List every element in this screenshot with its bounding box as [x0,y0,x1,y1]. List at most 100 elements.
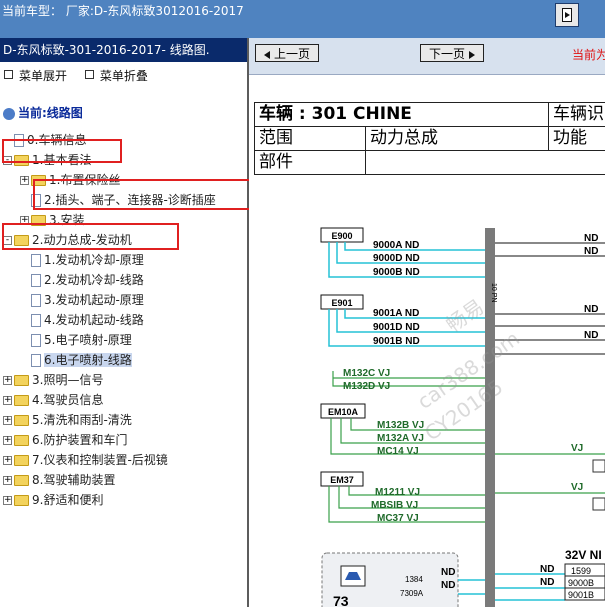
folder-icon [14,375,29,386]
wire-label: MC14 VJ [377,446,419,457]
connector-label: E900 [331,231,352,241]
arrow-right-icon [469,50,476,59]
folder-icon [14,395,29,406]
folder-icon [14,435,29,446]
tree-item-label: 4.发动机起动-线路 [44,313,144,327]
tree-item[interactable]: +3.照明—信号 [3,371,103,389]
part-value-cell [365,150,605,175]
wire-label: 9000B ND [373,267,420,278]
folder-icon [14,455,29,466]
wire-label: 9001A ND [373,308,419,319]
wire-label: 9001B ND [373,336,420,347]
vehicle-cell: 车辆 : 301 CHINE [254,102,549,127]
code-label: 9000B [568,578,594,588]
expand-icon[interactable]: + [3,396,12,405]
tree-item-label: 5.电子喷射-原理 [44,333,132,347]
menu-header: D-东风标致-301-2016-2017- 线路图. [0,38,247,62]
expand-icon[interactable]: + [3,476,12,485]
menu-expand-button[interactable]: 菜单展开 [4,67,67,84]
wire-label: ND [584,304,598,315]
tree-item[interactable]: 2.发动机冷却-线路 [31,271,144,289]
wire-label: 9000D ND [373,253,420,264]
prev-page-button[interactable]: 上一页 [255,44,320,62]
highlight-box [2,139,122,163]
bus-label: 10 PN [490,283,497,302]
expand-icon[interactable]: + [20,176,29,185]
folder-icon [14,415,29,426]
expand-icon[interactable]: + [3,456,12,465]
tree-item[interactable]: +8.驾驶辅助装置 [3,471,115,489]
small-box [592,459,605,473]
tree-item-label: 9.舒适和便利 [32,493,104,507]
tree-item[interactable]: 5.电子喷射-原理 [31,331,132,349]
document-icon [31,354,41,367]
pin-label: 1384 [405,575,423,584]
wire-label: ND [540,564,554,575]
wire-label: ND [441,567,455,578]
wire-label: M132C VJ [343,368,390,379]
menu-collapse-label: 菜单折叠 [99,69,148,83]
tree-item[interactable]: 4.发动机起动-线路 [31,311,144,329]
tree-item[interactable]: 1.发动机冷却-原理 [31,251,144,269]
tree-root-label: 当前:线路图 [18,106,83,120]
expand-icon[interactable]: + [3,416,12,425]
wire-label: MBSIB VJ [371,500,418,511]
wire-label: M132B VJ [377,420,424,431]
tree-item[interactable]: +4.驾驶员信息 [3,391,103,409]
tree-item[interactable]: 6.电子喷射-线路 [31,351,132,369]
next-page-label: 下一页 [429,47,466,61]
tree-item-label: 7.仪表和控制装置-后视镜 [32,453,168,467]
wire-label: ND [584,246,598,257]
wire-label: ND [584,330,598,341]
wire-label: VJ [571,482,583,493]
document-icon [31,314,41,327]
globe-icon [3,107,15,120]
prev-page-label: 上一页 [274,47,311,61]
wire-label: 9001D ND [373,322,420,333]
arrow-left-icon [264,50,270,59]
highlight-box [33,179,267,210]
wire-label: ND [540,577,554,588]
document-icon [31,334,41,347]
code-label: 9001B [568,590,594,600]
tree-item-label: 5.清洗和雨刮-清洗 [32,413,132,427]
scope-value-cell: 动力总成 [365,126,549,151]
wire-label: M132A VJ [377,433,424,444]
menu-collapse-button[interactable]: 菜单折叠 [84,67,148,84]
folder-icon [14,475,29,486]
tree-item[interactable]: +5.清洗和雨刮-清洗 [3,411,132,429]
connector-label: E901 [331,298,352,308]
folder-icon [14,495,29,506]
expand-icon[interactable]: + [3,436,12,445]
tree-item[interactable]: +7.仪表和控制装置-后视镜 [3,451,168,469]
highlight-box [2,223,179,250]
tree-item-label: 3.照明—信号 [32,373,104,387]
wire-label: VJ [571,443,583,454]
wire-label: ND [584,233,598,244]
panel-toggle-icon [562,8,572,22]
tree-root[interactable]: 当前:线路图 [3,104,83,122]
page-nav-bar: 上一页 下一页 当前为 [249,38,605,75]
tree-item[interactable]: +6.防护装置和车门 [3,431,127,449]
tree-item[interactable]: +9.舒适和便利 [3,491,103,509]
wire-label: MC37 VJ [377,513,419,524]
wire-label: 9000A ND [373,240,419,251]
expand-icon[interactable]: + [3,376,12,385]
code-label: 1599 [571,566,591,576]
document-icon [31,294,41,307]
top-bar: 当前车型： 厂家:D-东风标致3012016-2017 [0,0,605,38]
tree-item-label: 3.发动机起动-原理 [44,293,144,307]
current-model-title: 当前车型： 厂家:D-东风标致3012016-2017 [2,4,244,18]
connector-label: EM10A [328,407,359,417]
tree-item[interactable]: 3.发动机起动-原理 [31,291,144,309]
part-label-cell: 部件 [254,150,366,175]
current-tag: 当前为 [572,48,605,62]
tree-item-label: 6.防护装置和车门 [32,433,128,447]
expand-icon[interactable]: + [3,496,12,505]
tree-item-label: 8.驾驶辅助装置 [32,473,116,487]
square-icon [4,70,13,79]
next-page-button[interactable]: 下一页 [420,44,485,62]
wire-label: ND [441,580,455,591]
toggle-panel-button[interactable] [555,3,579,27]
scope-label-cell: 范围 [254,126,366,151]
